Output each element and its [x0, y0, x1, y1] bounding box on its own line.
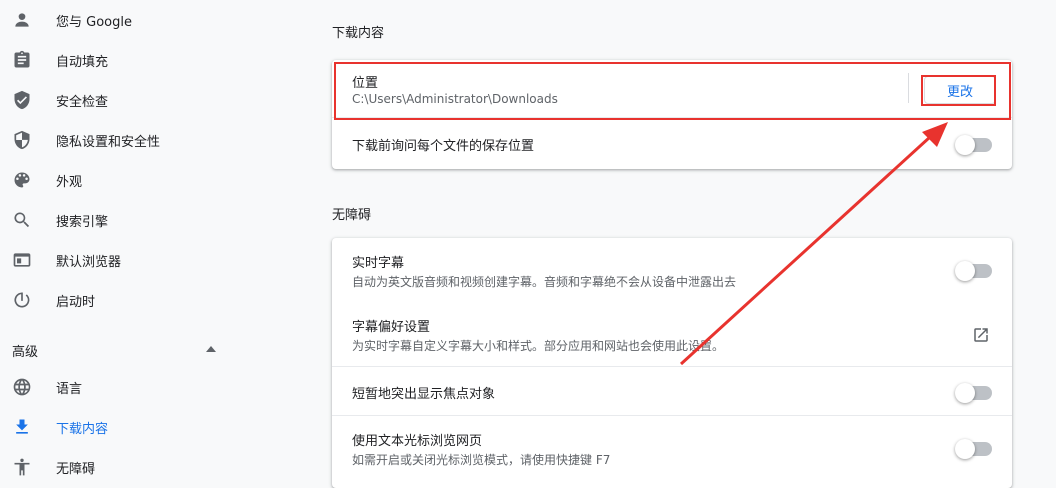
sidebar-item-label: 默认浏览器 [56, 254, 122, 270]
advanced-section-toggle[interactable]: 高级 [12, 340, 38, 360]
ask-location-toggle[interactable] [955, 135, 992, 155]
focus-highlight-toggle[interactable] [955, 383, 992, 403]
sidebar-item-search-engine[interactable]: 搜索引擎 [0, 200, 300, 240]
caption-preferences-row[interactable]: 字幕偏好设置 为实时字幕自定义字幕大小和样式。部分应用和网站也会使用此设置。 [332, 302, 1012, 366]
clipboard-icon [12, 50, 32, 70]
location-path: C:\Users\Administrator\Downloads [352, 92, 558, 106]
downloads-card: 位置 C:\Users\Administrator\Downloads 更改 下… [332, 60, 1012, 169]
shield-check-icon [12, 90, 32, 110]
downloads-section-title: 下载内容 [332, 26, 385, 41]
change-location-button[interactable]: 更改 [924, 76, 996, 104]
location-label: 位置 [352, 76, 379, 91]
sidebar-item-languages[interactable]: 语言 [0, 367, 300, 407]
toggle-knob [955, 135, 975, 155]
sidebar-item-on-startup[interactable]: 启动时 [0, 280, 300, 320]
toggle-knob [955, 383, 975, 403]
toggle-knob [955, 261, 975, 281]
browser-window-icon [12, 250, 32, 270]
live-caption-label: 实时字幕 [352, 256, 405, 271]
caret-browsing-desc: 如需开启或关闭光标浏览模式，请使用快捷键 F7 [352, 453, 611, 467]
download-location-row: 位置 C:\Users\Administrator\Downloads 更改 [332, 60, 1012, 117]
sidebar-item-label: 您与 Google [56, 14, 132, 30]
power-icon [12, 290, 32, 310]
caret-browsing-label: 使用文本光标浏览网页 [352, 434, 483, 449]
sidebar-item-label: 隐私设置和安全性 [56, 134, 161, 150]
palette-icon [12, 170, 32, 190]
privacy-shield-icon [12, 130, 32, 150]
toggle-knob [955, 439, 975, 459]
focus-highlight-label: 短暂地突出显示焦点对象 [352, 387, 496, 402]
live-caption-row[interactable]: 实时字幕 自动为英文版音频和视频创建字幕。音频和字幕绝不会从设备中泄露出去 [332, 238, 1012, 302]
live-caption-toggle[interactable] [955, 261, 992, 281]
sidebar-item-label: 下载内容 [56, 421, 109, 437]
row-separator [908, 73, 909, 103]
sidebar-item-label: 安全检查 [56, 94, 109, 110]
globe-icon [12, 377, 32, 397]
sidebar-item-label: 无障碍 [56, 461, 96, 477]
caret-browsing-row[interactable]: 使用文本光标浏览网页 如需开启或关闭光标浏览模式，请使用快捷键 F7 [332, 416, 1012, 478]
caret-browsing-toggle[interactable] [955, 439, 992, 459]
sidebar-item-label: 自动填充 [56, 54, 109, 70]
accessibility-card: 实时字幕 自动为英文版音频和视频创建字幕。音频和字幕绝不会从设备中泄露出去 字幕… [332, 238, 1012, 488]
ask-location-label: 下载前询问每个文件的保存位置 [352, 139, 535, 154]
live-caption-desc: 自动为英文版音频和视频创建字幕。音频和字幕绝不会从设备中泄露出去 [352, 275, 737, 289]
sidebar-item-default-browser[interactable]: 默认浏览器 [0, 240, 300, 280]
sidebar-item-autofill[interactable]: 自动填充 [0, 40, 300, 80]
accessibility-section-title: 无障碍 [332, 208, 372, 223]
sidebar-item-label: 外观 [56, 174, 83, 190]
caption-preferences-desc: 为实时字幕自定义字幕大小和样式。部分应用和网站也会使用此设置。 [352, 339, 725, 353]
accessibility-icon [12, 457, 32, 477]
ask-location-row[interactable]: 下载前询问每个文件的保存位置 [332, 118, 1012, 169]
sidebar-item-label: 搜索引擎 [56, 214, 109, 230]
sidebar-item-safety-check[interactable]: 安全检查 [0, 80, 300, 120]
open-in-new-icon[interactable] [972, 326, 990, 344]
sidebar-item-privacy[interactable]: 隐私设置和安全性 [0, 120, 300, 160]
person-icon [12, 10, 32, 30]
sidebar-item-accessibility[interactable]: 无障碍 [0, 447, 300, 487]
sidebar-item-label: 启动时 [56, 294, 96, 310]
sidebar-item-you-and-google[interactable]: 您与 Google [0, 0, 300, 40]
caption-preferences-label: 字幕偏好设置 [352, 320, 431, 335]
settings-sidebar: 您与 Google 自动填充 安全检查 隐私设置和安全性 外观 搜索引擎 默认浏… [0, 0, 300, 477]
sidebar-item-appearance[interactable]: 外观 [0, 160, 300, 200]
download-icon [12, 417, 32, 437]
search-icon [12, 210, 32, 230]
sidebar-item-label: 语言 [56, 381, 83, 397]
chevron-up-icon[interactable] [206, 346, 216, 352]
focus-highlight-row[interactable]: 短暂地突出显示焦点对象 [332, 367, 1012, 415]
sidebar-item-downloads[interactable]: 下载内容 [0, 407, 300, 447]
